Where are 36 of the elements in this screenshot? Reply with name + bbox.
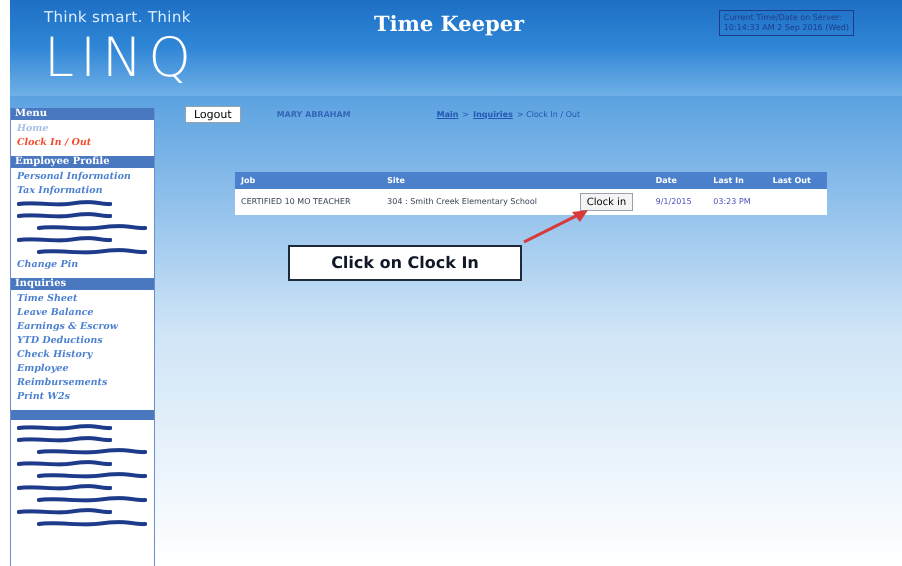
logo: LINQ — [44, 28, 198, 86]
breadcrumb-link[interactable]: Inquiries — [473, 108, 513, 120]
breadcrumb-text: > — [462, 108, 470, 120]
breadcrumb-text: > Clock In / Out — [516, 108, 580, 120]
page-title: Time Keeper — [374, 10, 524, 38]
tagline: Think smart. Think — [44, 7, 192, 28]
breadcrumb-link[interactable]: Main — [436, 108, 458, 120]
column-header: Date — [650, 172, 708, 189]
section-heading: Menu — [11, 108, 154, 120]
section-heading: Inquiries — [11, 278, 154, 290]
table-cell: 304 : Smith Creek Elementary School — [381, 189, 576, 215]
sidebar-link[interactable]: Clock In / Out — [17, 136, 148, 150]
table-cell: 9/1/2015 — [650, 189, 708, 215]
user-name: MARY ABRAHAM — [276, 108, 351, 120]
column-header: Last In — [707, 172, 767, 189]
sidebar-link[interactable]: Employee Reimbursements — [17, 362, 148, 390]
server-time-text: 10:14:33 AM 2 Sep 2016 (Wed) — [724, 23, 849, 33]
sidebar-link[interactable]: Change Pin — [17, 258, 148, 272]
sidebar-link[interactable]: Leave Balance — [17, 306, 148, 320]
table-cell: 03:23 PM — [707, 189, 767, 215]
column-header: Site — [381, 172, 576, 189]
server-time-text: Current Time/Date on Server: — [724, 13, 843, 23]
table-cell: CERTIFIED 10 MO TEACHER — [235, 189, 382, 215]
column-header: Last Out — [766, 172, 827, 189]
callout-text: Click on Clock In — [331, 252, 479, 274]
logout-button[interactable]: Logout — [185, 106, 241, 123]
sidebar-link[interactable]: Print W2s — [17, 390, 148, 404]
section-heading: Employee Profile — [11, 156, 154, 168]
sidebar-link[interactable]: Time Sheet — [17, 292, 148, 306]
sidebar-link[interactable]: Personal Information — [17, 170, 148, 184]
sidebar-link[interactable]: YTD Deductions — [17, 334, 148, 348]
clock-in-button[interactable]: Clock in — [580, 193, 634, 211]
sidebar-link[interactable]: Earnings & Escrow — [17, 320, 148, 334]
sidebar-link[interactable]: Check History — [17, 348, 148, 362]
column-header: Job — [235, 172, 382, 189]
sidebar-link[interactable]: Tax Information — [17, 184, 148, 198]
